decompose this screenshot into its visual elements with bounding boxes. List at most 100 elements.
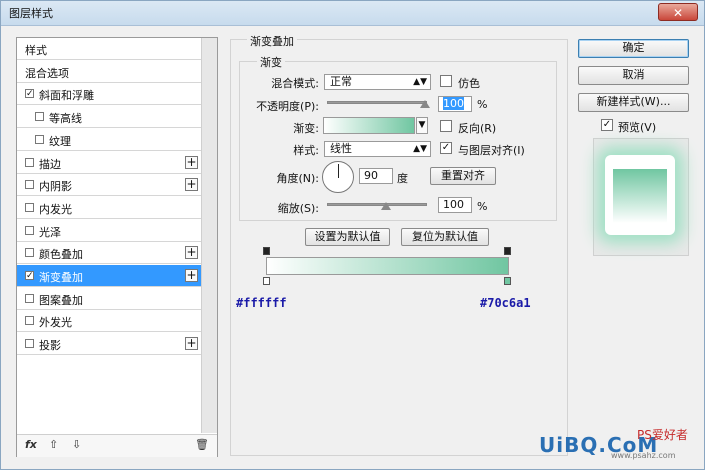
style-value: 线性 [330, 142, 352, 155]
ok-button[interactable]: 确定 [578, 39, 689, 58]
dither-label: 仿色 [458, 77, 480, 90]
style-item-checkbox[interactable] [25, 157, 34, 167]
hex-end-label: #70c6a1 [480, 296, 531, 310]
chevron-down-icon: ▲▼ [413, 144, 427, 154]
style-item-label: 内发光 [39, 202, 72, 216]
ps-watermark-text: PS爱好者 [637, 428, 688, 442]
window-title: 图层样式 [9, 7, 53, 20]
align-with-layer-checkbox[interactable]: ✓ [440, 142, 452, 154]
style-item-label: 外发光 [39, 316, 72, 330]
style-item-checkbox[interactable]: ✓ [25, 89, 34, 99]
style-item-label: 颜色叠加 [39, 248, 83, 262]
angle-dial[interactable] [322, 161, 354, 193]
style-item-checkbox[interactable] [35, 134, 44, 144]
style-item-label: 样式 [25, 44, 47, 57]
add-effect-plus-icon[interactable]: + [185, 178, 198, 192]
layer-style-dialog: 图层样式 ✕ 样式 混合选项 ✓ 斜面和浮雕 等高线 纹理 描边 + 内阴影 + 内发光 光泽 颜色叠加… [0, 0, 705, 470]
scale-unit: % [477, 200, 488, 213]
reset-default-button[interactable]: 复位为默认值 [401, 228, 489, 246]
scale-label: 缩放(S): [277, 202, 319, 215]
style-item-5[interactable]: 描边 + [17, 152, 202, 174]
gradient-preview-bar [266, 257, 509, 275]
style-item-checkbox[interactable] [25, 225, 34, 235]
angle-input[interactable]: 90 [359, 168, 393, 184]
style-item-4[interactable]: 纹理 [17, 129, 202, 151]
style-item-label: 描边 [39, 157, 61, 171]
cancel-button[interactable]: 取消 [578, 66, 689, 85]
style-item-1[interactable]: 混合选项 [17, 61, 202, 83]
style-item-11[interactable]: 图案叠加 [17, 288, 202, 310]
scale-slider[interactable] [327, 203, 427, 206]
move-up-icon[interactable]: ⇧ [49, 438, 58, 451]
style-item-8[interactable]: 光泽 [17, 220, 202, 242]
reverse-checkbox[interactable] [440, 120, 452, 132]
scale-input[interactable]: 100 [438, 197, 472, 213]
chevron-down-icon: ▲▼ [413, 77, 427, 87]
style-item-checkbox[interactable] [25, 316, 34, 326]
style-item-9[interactable]: 颜色叠加 + [17, 242, 202, 265]
preview-gradient-square [613, 169, 667, 223]
blend-mode-value: 正常 [330, 75, 352, 88]
add-effect-plus-icon[interactable]: + [185, 269, 198, 282]
color-stop-end[interactable] [504, 277, 511, 285]
opacity-label: 不透明度(P): [256, 100, 319, 113]
title-bar: 图层样式 ✕ [1, 1, 704, 26]
fx-icon[interactable]: fx [25, 438, 37, 451]
style-item-10[interactable]: ✓ 渐变叠加 + [17, 265, 202, 287]
style-item-checkbox[interactable]: ✓ [25, 271, 34, 281]
opacity-input[interactable]: 100 [438, 96, 472, 112]
opacity-slider[interactable] [327, 101, 427, 104]
style-item-checkbox[interactable] [25, 202, 34, 212]
styles-scrollbar[interactable] [201, 38, 217, 433]
style-item-2[interactable]: ✓ 斜面和浮雕 [17, 83, 202, 106]
blend-mode-select[interactable]: 正常 ▲▼ [324, 74, 431, 90]
move-down-icon[interactable]: ⇩ [72, 438, 81, 451]
styles-toolbar: fx ⇧ ⇩ 🗑 [17, 434, 217, 457]
new-style-button[interactable]: 新建样式(W)... [578, 93, 689, 112]
preview-label: 预览(V) [618, 121, 657, 134]
gradient-overlay-title: 渐变叠加 [247, 33, 297, 49]
style-item-7[interactable]: 内发光 [17, 197, 202, 219]
add-effect-plus-icon[interactable]: + [185, 337, 198, 351]
set-default-button[interactable]: 设置为默认值 [305, 228, 390, 246]
style-item-label: 投影 [39, 339, 61, 353]
gradient-swatch[interactable] [323, 117, 415, 134]
opacity-stop-left[interactable] [263, 247, 270, 255]
style-item-label: 等高线 [49, 112, 82, 126]
angle-dial-needle [338, 164, 339, 178]
style-item-checkbox[interactable] [25, 339, 34, 349]
style-item-label: 图案叠加 [39, 293, 83, 307]
style-item-label: 斜面和浮雕 [39, 89, 94, 103]
trash-icon[interactable]: 🗑 [195, 438, 209, 451]
style-item-checkbox[interactable] [25, 180, 34, 190]
style-item-3[interactable]: 等高线 [17, 106, 202, 129]
opacity-slider-thumb[interactable] [420, 100, 430, 108]
reset-align-button[interactable]: 重置对齐 [430, 167, 496, 185]
style-item-checkbox[interactable] [25, 248, 34, 258]
style-item-12[interactable]: 外发光 [17, 310, 202, 333]
scale-slider-thumb[interactable] [381, 202, 391, 210]
add-effect-plus-icon[interactable]: + [185, 246, 198, 260]
preview-checkbox[interactable]: ✓ [601, 119, 613, 131]
add-effect-plus-icon[interactable]: + [185, 155, 198, 169]
styles-panel: 样式 混合选项 ✓ 斜面和浮雕 等高线 纹理 描边 + 内阴影 + 内发光 光泽 颜色叠加 + ✓ 渐变叠加 +… [16, 37, 218, 457]
gradient-picker-chevron-icon[interactable]: ▼ [416, 117, 428, 134]
style-item-label: 光泽 [39, 225, 61, 239]
style-item-13[interactable]: 投影 + [17, 333, 202, 356]
color-stop-start[interactable] [263, 277, 270, 285]
style-item-6[interactable]: 内阴影 + [17, 174, 202, 197]
style-select[interactable]: 线性 ▲▼ [324, 141, 431, 157]
opacity-stop-right[interactable] [504, 247, 511, 255]
style-preview-thumbnail [593, 138, 689, 256]
style-item-0[interactable]: 样式 [17, 38, 202, 60]
style-item-label: 纹理 [49, 134, 71, 148]
style-item-label: 渐变叠加 [39, 271, 83, 284]
dither-checkbox[interactable] [440, 75, 452, 87]
close-button[interactable]: ✕ [658, 3, 698, 21]
style-item-label: 混合选项 [25, 66, 69, 80]
style-item-checkbox[interactable] [25, 293, 34, 303]
style-item-checkbox[interactable] [35, 112, 44, 122]
gradient-subgroup-title: 渐变 [257, 54, 285, 70]
opacity-unit: % [477, 98, 488, 111]
preview-glow-shape [605, 155, 675, 235]
